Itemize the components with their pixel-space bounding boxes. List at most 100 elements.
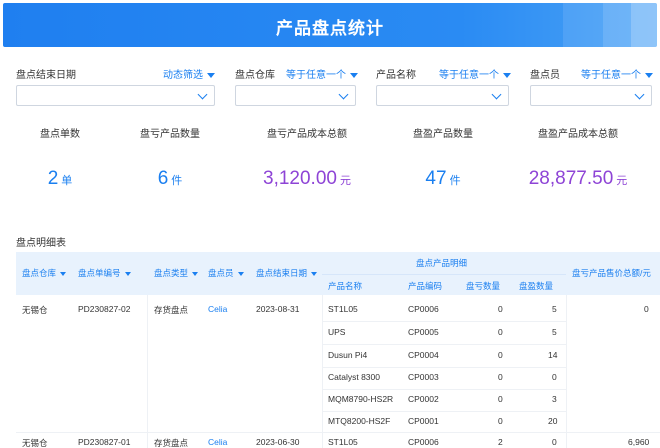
- column-header-product-code[interactable]: 产品编码: [408, 280, 442, 292]
- kpi-label: 盘点单数: [40, 129, 80, 140]
- kpi-label: 盘盈产品成本总额: [538, 129, 618, 140]
- header-divider: [322, 274, 566, 275]
- filter-mode-dropdown[interactable]: 等于任意一个: [439, 66, 511, 81]
- chevron-down-icon: [338, 89, 349, 100]
- chevron-down-icon: [634, 89, 645, 100]
- cell-gain-qty: 5: [552, 304, 557, 314]
- filter-mode-dropdown[interactable]: 等于任意一个: [286, 66, 358, 81]
- grid-line: [147, 295, 148, 448]
- detail-table-title: 盘点明细表: [16, 238, 66, 249]
- cell-warehouse: 无锡仓: [22, 438, 48, 448]
- cell-product-name: MTQ8200-HS2F: [328, 416, 391, 426]
- filter-mode-dropdown[interactable]: 等于任意一个: [581, 66, 653, 81]
- chevron-down-icon: [491, 89, 502, 100]
- column-group-header-product-detail: 盘点产品明细: [416, 258, 468, 268]
- filter-label: 产品名称: [376, 70, 416, 81]
- column-header-order-no[interactable]: 盘点单编号: [78, 267, 131, 279]
- product-name-select[interactable]: [376, 85, 509, 106]
- column-header-loss-amount[interactable]: 盘亏产品售价总额/元: [572, 267, 651, 279]
- row-divider: [322, 344, 566, 345]
- cell-end-date: 2023-08-31: [256, 304, 300, 314]
- cell-product-name: Dusun Pi4: [328, 350, 368, 360]
- cell-clerk-link[interactable]: Celia: [208, 304, 227, 314]
- caret-down-icon: [207, 72, 215, 78]
- filter-product-name: 产品名称 等于任意一个: [376, 66, 511, 106]
- cell-type: 存货盘点: [154, 438, 189, 448]
- cell-product-name: MQM8790-HS2R: [328, 394, 394, 404]
- kpi-label: 盘亏产品数量: [140, 129, 200, 140]
- kpi-loss-cost-total: 盘亏产品成本总额 3,120.00 元: [232, 125, 382, 189]
- end-date-select[interactable]: [16, 85, 215, 106]
- grid-line: [322, 295, 323, 448]
- grid-line: [566, 295, 567, 448]
- cell-gain-qty: 5: [552, 327, 557, 337]
- cell-loss-amount: 6,960: [628, 437, 650, 447]
- sort-icon: [192, 271, 199, 276]
- chevron-down-icon: [197, 89, 208, 100]
- cell-order-no: PD230827-02: [78, 304, 131, 314]
- detail-table: 盘点仓库 盘点单编号 盘点类型 盘点员 盘点结束日期 盘点产品明细 产品名称 产…: [16, 252, 660, 448]
- row-divider: [322, 321, 566, 322]
- page-title: 产品盘点统计: [276, 19, 384, 38]
- cell-product-name: UPS: [328, 327, 346, 337]
- kpi-gain-quantity: 盘盈产品数量 47 件: [393, 125, 493, 189]
- cell-type: 存货盘点: [154, 305, 189, 315]
- header-banner: 产品盘点统计: [3, 3, 657, 47]
- kpi-value: 28,877.50 元: [528, 168, 628, 189]
- cell-warehouse: 无锡仓: [22, 305, 48, 315]
- filter-clerk: 盘点员 等于任意一个: [530, 66, 653, 106]
- cell-end-date: 2023-06-30: [256, 437, 300, 447]
- filter-end-date: 盘点结束日期 动态筛选: [16, 66, 215, 106]
- cell-product-name: Catalyst 8300: [328, 372, 380, 382]
- row-divider: [16, 432, 660, 433]
- column-header-warehouse[interactable]: 盘点仓库: [22, 267, 67, 279]
- cell-product-code: CP0005: [408, 327, 439, 337]
- caret-down-icon: [350, 72, 358, 78]
- filter-warehouse: 盘点仓库 等于任意一个: [235, 66, 358, 106]
- warehouse-select[interactable]: [235, 85, 356, 106]
- row-divider: [322, 367, 566, 368]
- sort-icon: [237, 271, 244, 276]
- cell-gain-qty: 20: [548, 416, 558, 426]
- column-header-clerk[interactable]: 盘点员: [208, 267, 244, 279]
- sort-icon: [311, 271, 318, 276]
- cell-loss-amount: 0: [644, 304, 649, 314]
- clerk-select[interactable]: [530, 85, 652, 106]
- kpi-label: 盘亏产品成本总额: [267, 129, 347, 140]
- cell-clerk-link[interactable]: Celia: [208, 437, 227, 447]
- kpi-value: 2单: [47, 168, 73, 189]
- cell-loss-qty: 0: [498, 327, 503, 337]
- kpi-value: 6件: [157, 168, 183, 189]
- column-header-gain-qty[interactable]: 盘盈数量: [519, 280, 553, 292]
- kpi-gain-cost-total: 盘盈产品成本总额 28,877.50 元: [503, 125, 653, 189]
- column-header-product-name[interactable]: 产品名称: [328, 280, 362, 292]
- row-divider: [322, 411, 566, 412]
- cell-gain-qty: 0: [552, 437, 557, 447]
- cell-order-no: PD230827-01: [78, 437, 131, 447]
- row-divider: [322, 389, 566, 390]
- kpi-loss-quantity: 盘亏产品数量 6件: [120, 125, 220, 189]
- column-header-loss-qty[interactable]: 盘亏数量: [466, 280, 500, 292]
- filter-label: 盘点结束日期: [16, 70, 76, 81]
- cell-product-code: CP0002: [408, 394, 439, 404]
- kpi-order-count: 盘点单数 2单: [10, 125, 110, 189]
- cell-loss-qty: 0: [498, 304, 503, 314]
- cell-loss-qty: 0: [498, 394, 503, 404]
- cell-gain-qty: 14: [548, 350, 558, 360]
- filter-label: 盘点仓库: [235, 70, 275, 81]
- cell-loss-qty: 2: [498, 437, 503, 447]
- column-header-end-date[interactable]: 盘点结束日期: [256, 267, 318, 279]
- filter-mode-dropdown[interactable]: 动态筛选: [163, 66, 215, 81]
- caret-down-icon: [645, 72, 653, 78]
- cell-loss-qty: 0: [498, 372, 503, 382]
- kpi-value: 47 件: [425, 168, 461, 189]
- kpi-value: 3,120.00 元: [263, 168, 351, 189]
- sort-icon: [60, 271, 67, 276]
- cell-product-code: CP0003: [408, 372, 439, 382]
- filter-label: 盘点员: [530, 70, 560, 81]
- cell-product-code: CP0001: [408, 416, 439, 426]
- cell-gain-qty: 3: [552, 394, 557, 404]
- cell-loss-qty: 0: [498, 416, 503, 426]
- cell-product-code: CP0006: [408, 437, 439, 447]
- column-header-type[interactable]: 盘点类型: [154, 267, 199, 279]
